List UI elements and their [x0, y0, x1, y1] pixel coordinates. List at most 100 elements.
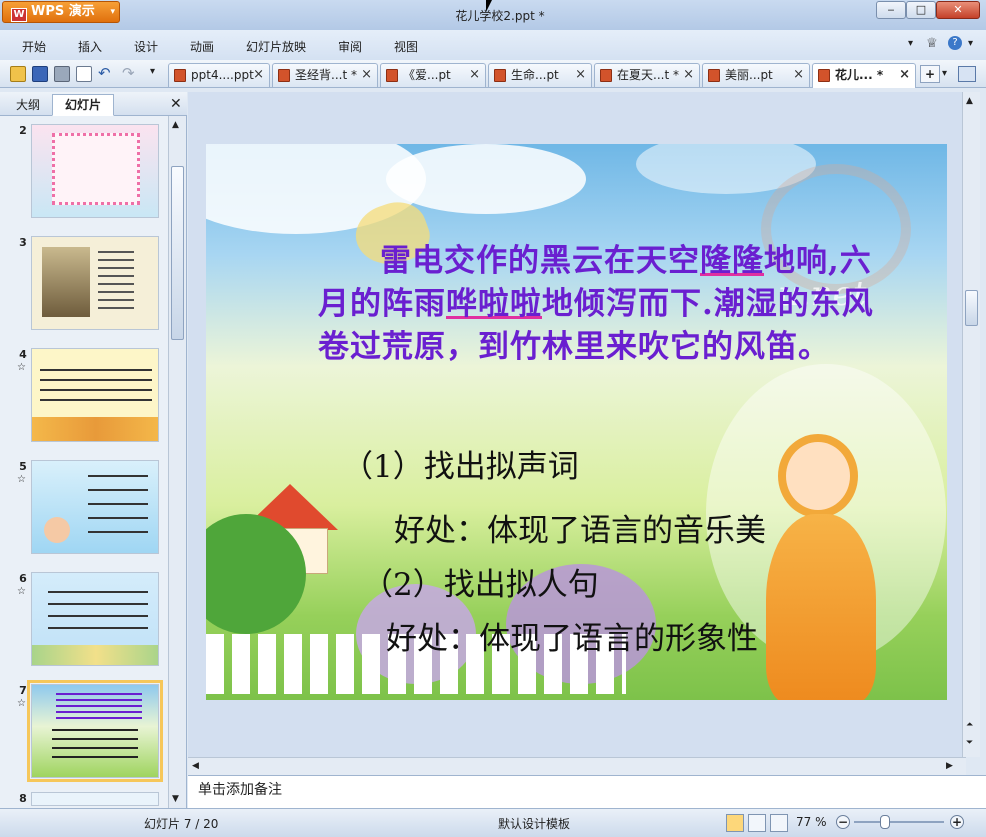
slide-thumbnail-2[interactable]: [31, 124, 159, 218]
ppt-file-icon: [174, 69, 186, 82]
close-button[interactable]: ✕: [936, 1, 980, 19]
next-slide-icon[interactable]: ⏷: [966, 738, 973, 748]
answer-2-text[interactable]: 好处：体现了语言的形象性: [386, 618, 758, 661]
zoom-slider-thumb[interactable]: [880, 815, 890, 829]
tab-close-icon[interactable]: ×: [361, 64, 372, 86]
question-2-text[interactable]: （2）找出拟人句: [362, 564, 599, 607]
new-tab-dropdown-icon[interactable]: ▾: [942, 68, 947, 79]
notes-pane[interactable]: 单击添加备注: [188, 775, 986, 808]
tab-close-icon[interactable]: ×: [253, 64, 264, 86]
slide-number: 5: [19, 460, 27, 473]
slide-sorter-icon[interactable]: [748, 814, 766, 832]
print-preview-icon[interactable]: [76, 66, 92, 82]
canvas-scroll-thumb[interactable]: [965, 290, 978, 326]
cloud-shape: [386, 144, 586, 214]
slideshow-play-icon[interactable]: [770, 814, 788, 832]
menu-review[interactable]: 审阅: [338, 38, 362, 55]
doc-tab-1[interactable]: ppt4....ppt ×: [168, 63, 270, 87]
thumb-text-lines: [40, 369, 152, 409]
doc-tab-6[interactable]: 美丽...pt ×: [702, 63, 810, 87]
menu-home[interactable]: 开始: [22, 38, 46, 55]
doc-tab-3[interactable]: 《爱...pt ×: [380, 63, 486, 87]
thumb-text-lines: [88, 475, 148, 535]
tab-close-icon[interactable]: ×: [469, 64, 480, 86]
canvas-horizontal-scrollbar[interactable]: ◀ ▶: [188, 757, 966, 775]
tab-close-icon[interactable]: ×: [793, 64, 804, 86]
thumb-portrait: [42, 247, 90, 317]
underlined-onomatopoeia-2: 哗啦啦: [446, 286, 542, 322]
tab-close-icon[interactable]: ×: [683, 64, 694, 86]
customize-toolbar-icon[interactable]: ▾: [150, 66, 155, 77]
menu-slideshow[interactable]: 幻灯片放映: [246, 38, 306, 55]
design-template-label[interactable]: 默认设计模板: [498, 815, 570, 832]
zoom-slider-track[interactable]: [854, 821, 944, 823]
wps-app-menu-button[interactable]: W WPS 演示 ▾: [2, 1, 120, 23]
doc-tab-7-active[interactable]: 花儿... * ×: [812, 63, 916, 88]
scroll-right-icon[interactable]: ▶: [946, 761, 953, 771]
doc-tab-4[interactable]: 生命...pt ×: [488, 63, 592, 87]
slide-7[interactable]: u.net 雷电交作的黑云在天空隆隆地响,六月的阵雨哗啦啦地倾泻而下.潮湿的东风…: [206, 144, 947, 700]
slide-thumbnail-3[interactable]: [31, 236, 159, 330]
doc-tab-5[interactable]: 在夏天...t * ×: [594, 63, 700, 87]
print-icon[interactable]: [54, 66, 70, 82]
tab-slides[interactable]: 幻灯片: [52, 94, 114, 116]
undo-icon[interactable]: ↶: [98, 64, 111, 82]
animation-star-icon: ☆: [17, 474, 26, 485]
save-icon[interactable]: [32, 66, 48, 82]
canvas-vertical-scrollbar[interactable]: ▲ ⏶ ⏷: [962, 92, 980, 757]
slide-thumbnail-4[interactable]: [31, 348, 159, 442]
new-tab-icon[interactable]: +: [920, 65, 940, 83]
tab-label: 生命...pt: [511, 68, 559, 82]
slide-thumbnail-7-selected[interactable]: [27, 680, 163, 782]
menu-design[interactable]: 设计: [134, 38, 158, 55]
open-icon[interactable]: [10, 66, 26, 82]
thumb-text-lines: [56, 693, 142, 719]
scroll-up-icon[interactable]: ▲: [172, 120, 179, 130]
tab-close-icon[interactable]: ×: [575, 64, 586, 86]
ribbon-menu-bar: 开始 插入 设计 动画 幻灯片放映 审阅 视图 ▾ ♕ ? ▾: [0, 30, 986, 60]
panel-scrollbar[interactable]: ▲ ▼: [168, 116, 186, 808]
slide-counter: 幻灯片 7 / 20: [144, 817, 219, 831]
slide-number: 3: [19, 236, 27, 249]
tab-label: 圣经背...t *: [295, 68, 357, 82]
slide-thumbnail-8[interactable]: [31, 792, 159, 806]
app-name: WPS 演示: [31, 4, 95, 19]
menu-insert[interactable]: 插入: [78, 38, 102, 55]
tab-label: ppt4....ppt: [191, 68, 254, 82]
thumb-text-lines: [98, 251, 134, 311]
maximize-button[interactable]: □: [906, 1, 936, 19]
panel-scroll-thumb[interactable]: [171, 166, 184, 340]
doc-tab-2[interactable]: 圣经背...t * ×: [272, 63, 378, 87]
title-bar: W WPS 演示 ▾ 花儿学校2.ppt * ‒ □ ✕: [0, 0, 986, 30]
question-1-text[interactable]: （1）找出拟声词: [342, 446, 579, 489]
ppt-file-icon: [278, 69, 290, 82]
menu-animation[interactable]: 动画: [190, 38, 214, 55]
tab-label: 在夏天...t *: [617, 68, 679, 82]
menu-view[interactable]: 视图: [394, 38, 418, 55]
help-icon[interactable]: ?: [948, 36, 962, 50]
panel-close-icon[interactable]: ✕: [170, 96, 182, 112]
zoom-in-icon[interactable]: +: [950, 815, 964, 829]
scroll-down-icon[interactable]: ▼: [172, 794, 179, 804]
prev-slide-icon[interactable]: ⏶: [966, 720, 973, 730]
scroll-up-icon[interactable]: ▲: [966, 96, 973, 106]
thumb-text-lines: [48, 591, 148, 639]
slide-thumbnail-6[interactable]: [31, 572, 159, 666]
help-dropdown-icon[interactable]: ▾: [968, 38, 973, 49]
tab-label: 《爱...pt: [403, 68, 451, 82]
collapse-ribbon-icon[interactable]: ▾: [908, 38, 913, 49]
zoom-out-icon[interactable]: −: [836, 815, 850, 829]
skin-icon[interactable]: ♕: [926, 36, 938, 51]
tab-outline[interactable]: 大纲: [6, 94, 50, 116]
slide-number: 2: [19, 124, 27, 137]
redo-icon[interactable]: ↷: [122, 64, 135, 82]
mouse-cursor-icon: [486, 0, 492, 12]
tab-close-icon[interactable]: ×: [899, 64, 910, 86]
window-layout-icon[interactable]: [958, 66, 976, 82]
scroll-left-icon[interactable]: ◀: [192, 761, 199, 771]
slide-main-paragraph[interactable]: 雷电交作的黑云在天空隆隆地响,六月的阵雨哗啦啦地倾泻而下.潮湿的东风卷过荒原，到…: [318, 240, 878, 369]
answer-1-text[interactable]: 好处：体现了语言的音乐美: [394, 510, 766, 553]
minimize-button[interactable]: ‒: [876, 1, 906, 19]
slide-thumbnail-5[interactable]: [31, 460, 159, 554]
normal-view-icon[interactable]: [726, 814, 744, 832]
